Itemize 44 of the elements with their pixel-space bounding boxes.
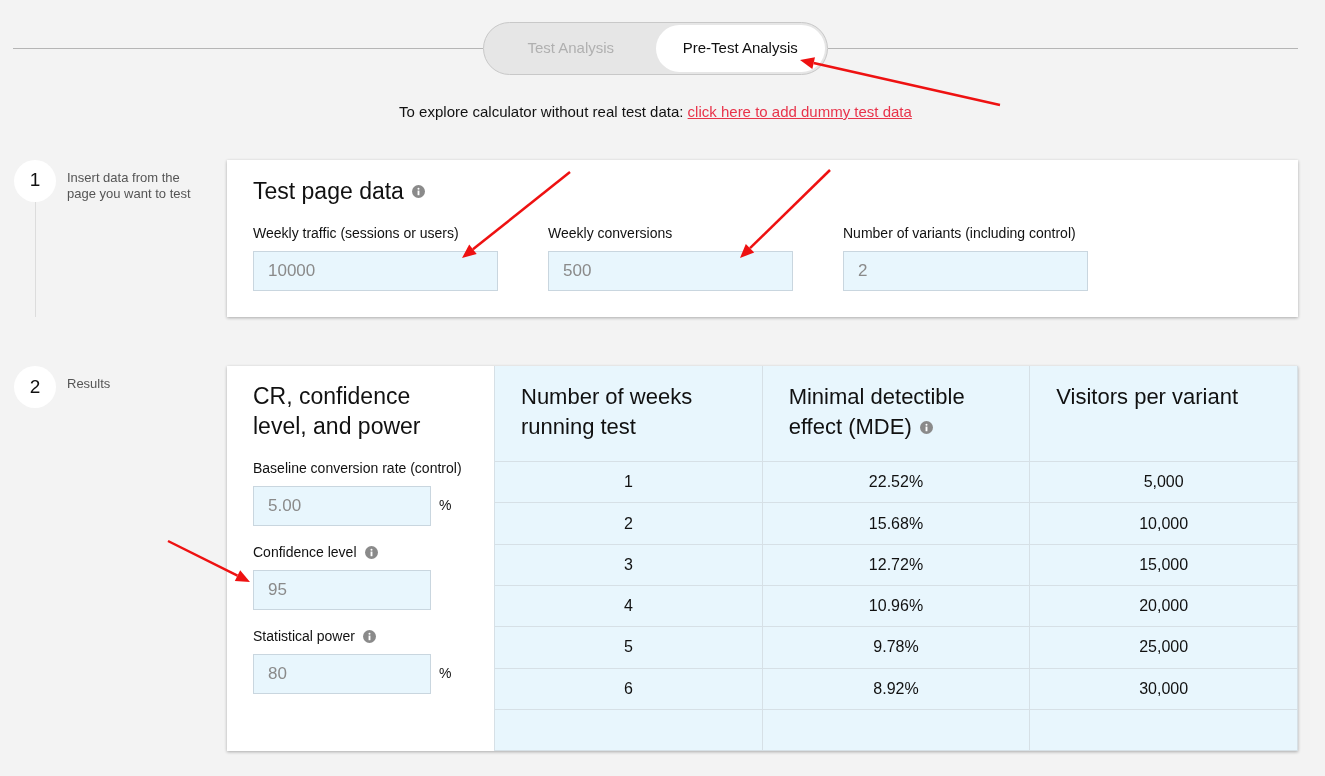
unit-label: % bbox=[439, 664, 452, 684]
input-field[interactable]: 80 bbox=[253, 653, 431, 694]
table-cell: 6 bbox=[494, 668, 763, 710]
input-field[interactable]: 5.00 bbox=[253, 485, 431, 526]
table-cell: 15,000 bbox=[1029, 544, 1298, 586]
table-cell: 9.78% bbox=[762, 626, 1030, 669]
table-cell: 22.52% bbox=[762, 461, 1030, 503]
table-cell: 30,000 bbox=[1029, 668, 1298, 710]
table-cell: 2 bbox=[494, 502, 763, 545]
table-cell: 1 bbox=[494, 461, 763, 503]
step-number: 2 bbox=[14, 366, 56, 409]
table-cell: 25,000 bbox=[1029, 626, 1298, 669]
field-label: Number of variants (including control) bbox=[843, 224, 1077, 244]
table-cell: 4 bbox=[494, 585, 763, 627]
step-label: Insert data from the page you want to test bbox=[67, 168, 191, 204]
table-cell: 8.92% bbox=[762, 668, 1030, 710]
input-field[interactable]: 2 bbox=[843, 251, 1088, 292]
column-header: Number of weeks running test bbox=[494, 366, 763, 462]
table-cell: 15.68% bbox=[762, 502, 1030, 545]
field-label: Baseline conversion rate (control) bbox=[253, 458, 462, 478]
tab[interactable]: Pre-Test Analysis bbox=[655, 25, 825, 72]
card-title: Test page data bbox=[253, 177, 404, 206]
table-cell: 5,000 bbox=[1029, 461, 1298, 503]
input-field[interactable]: 95 bbox=[253, 569, 431, 610]
field-label: Weekly traffic (sessions or users) bbox=[253, 224, 460, 244]
notice-text: To explore calculator without real test data: click here to add dummy test data bbox=[398, 102, 913, 122]
field-label: Weekly conversions bbox=[548, 224, 674, 244]
table-cell: 10,000 bbox=[1029, 502, 1298, 545]
card-title: CR, confidence level, and power bbox=[253, 382, 422, 441]
column-header: Visitors per variant bbox=[1029, 366, 1298, 462]
table-cell: 5 bbox=[494, 626, 763, 669]
table-cell: 3 bbox=[494, 544, 763, 586]
column-header: Minimal detectible effect (MDE) bbox=[762, 366, 1030, 462]
unit-label: % bbox=[439, 496, 452, 516]
input-field[interactable]: 10000 bbox=[253, 251, 498, 292]
step-label: Results bbox=[67, 375, 112, 394]
field-label: Statistical power bbox=[253, 626, 355, 646]
input-field[interactable]: 500 bbox=[548, 251, 793, 292]
dummy-data-link[interactable]: click here to add dummy test data bbox=[687, 103, 912, 120]
table-cell: 10.96% bbox=[762, 585, 1030, 627]
table-cell: 12.72% bbox=[762, 544, 1030, 586]
table-cell: 20,000 bbox=[1029, 585, 1298, 627]
step-number: 1 bbox=[14, 159, 56, 202]
field-label: Confidence level bbox=[253, 542, 357, 562]
